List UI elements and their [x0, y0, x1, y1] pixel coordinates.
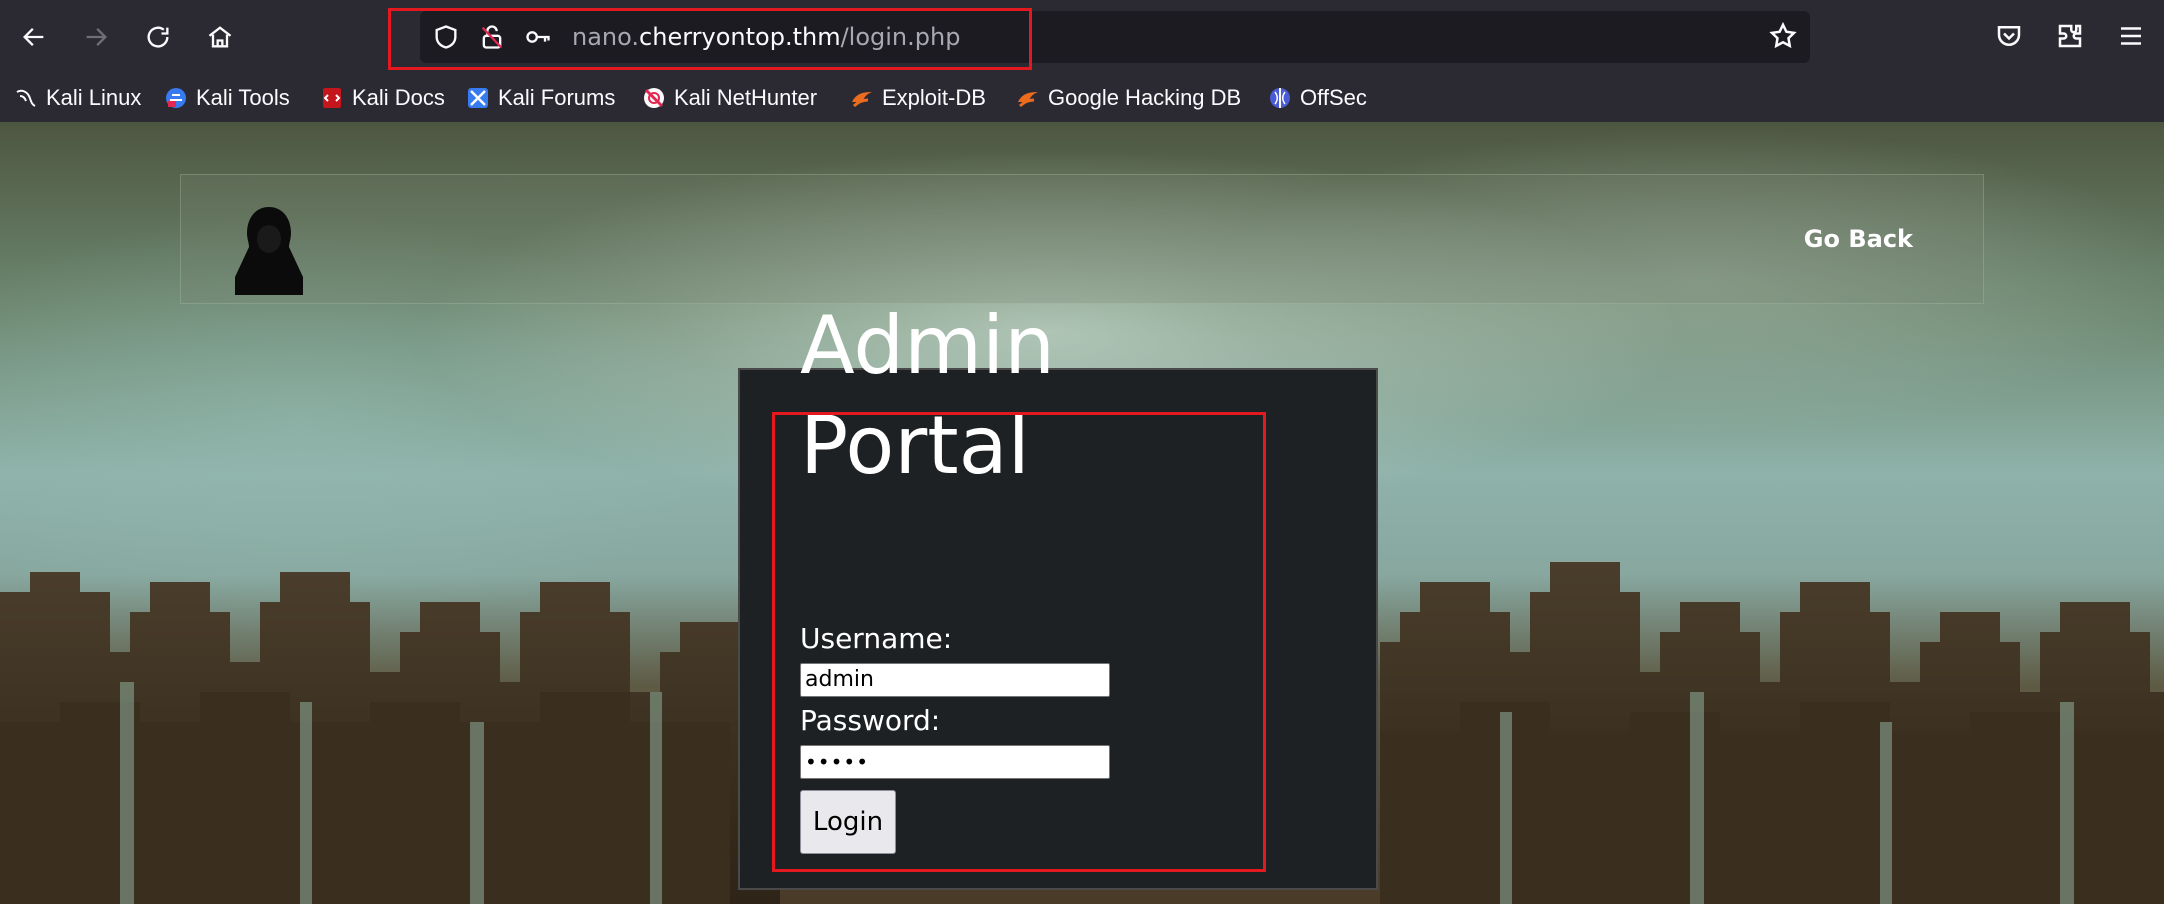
- bookmarks-toolbar: Kali Linux Kali Tools Kali Docs Kali For…: [0, 74, 2164, 123]
- hooded-hacker-logo-icon: [235, 207, 303, 295]
- kali-dragon-icon: [14, 86, 38, 110]
- bookmark-label: Exploit-DB: [882, 85, 986, 110]
- bookmark-offsec[interactable]: OffSec: [1268, 84, 1367, 112]
- forward-button[interactable]: [74, 15, 118, 59]
- kali-docs-icon: [320, 86, 344, 110]
- bookmark-kali-docs[interactable]: Kali Docs: [320, 84, 445, 112]
- home-button[interactable]: [198, 15, 242, 59]
- kali-forums-icon: [466, 86, 490, 110]
- url-highlight-box: [388, 8, 1032, 70]
- bookmark-kali-nethunter[interactable]: Kali NetHunter: [642, 84, 817, 112]
- bookmark-label: Kali Tools: [196, 85, 290, 110]
- browser-toolbar: nano.cherryontop.thm/login.php: [0, 0, 2164, 74]
- back-button[interactable]: [12, 15, 56, 59]
- extensions-icon[interactable]: [2055, 21, 2087, 53]
- ghdb-icon: [1016, 86, 1040, 110]
- bookmark-kali-linux[interactable]: Kali Linux: [14, 84, 141, 112]
- form-highlight-box: [772, 412, 1266, 872]
- bookmark-label: OffSec: [1300, 85, 1367, 110]
- kali-tools-icon: [164, 86, 188, 110]
- arrow-left-icon: [23, 28, 44, 46]
- pocket-icon[interactable]: [1994, 21, 2026, 53]
- kali-nethunter-icon: [642, 86, 666, 110]
- bookmark-google-hacking-db[interactable]: Google Hacking DB: [1016, 84, 1241, 112]
- offsec-icon: [1268, 86, 1292, 110]
- exploit-db-icon: [850, 86, 874, 110]
- reload-button[interactable]: [136, 15, 180, 59]
- arrow-right-icon: [86, 28, 107, 46]
- bookmark-label: Kali NetHunter: [674, 85, 818, 110]
- bookmark-label: Google Hacking DB: [1048, 85, 1242, 110]
- home-icon: [208, 26, 232, 48]
- bookmark-label: Kali Linux: [46, 85, 142, 110]
- bookmark-exploit-db[interactable]: Exploit-DB: [850, 84, 986, 112]
- bookmark-kali-forums[interactable]: Kali Forums: [466, 84, 615, 112]
- reload-icon: [147, 26, 169, 48]
- site-navbar: Go Back: [180, 174, 1984, 304]
- title-line-1: Admin: [800, 299, 1055, 392]
- go-back-link[interactable]: Go Back: [1804, 225, 1913, 253]
- bookmark-star-icon[interactable]: [1768, 21, 1800, 53]
- menu-icon[interactable]: [2116, 21, 2148, 53]
- bookmark-kali-tools[interactable]: Kali Tools: [164, 84, 290, 112]
- bookmark-label: Kali Forums: [498, 85, 616, 110]
- bookmark-label: Kali Docs: [352, 85, 445, 110]
